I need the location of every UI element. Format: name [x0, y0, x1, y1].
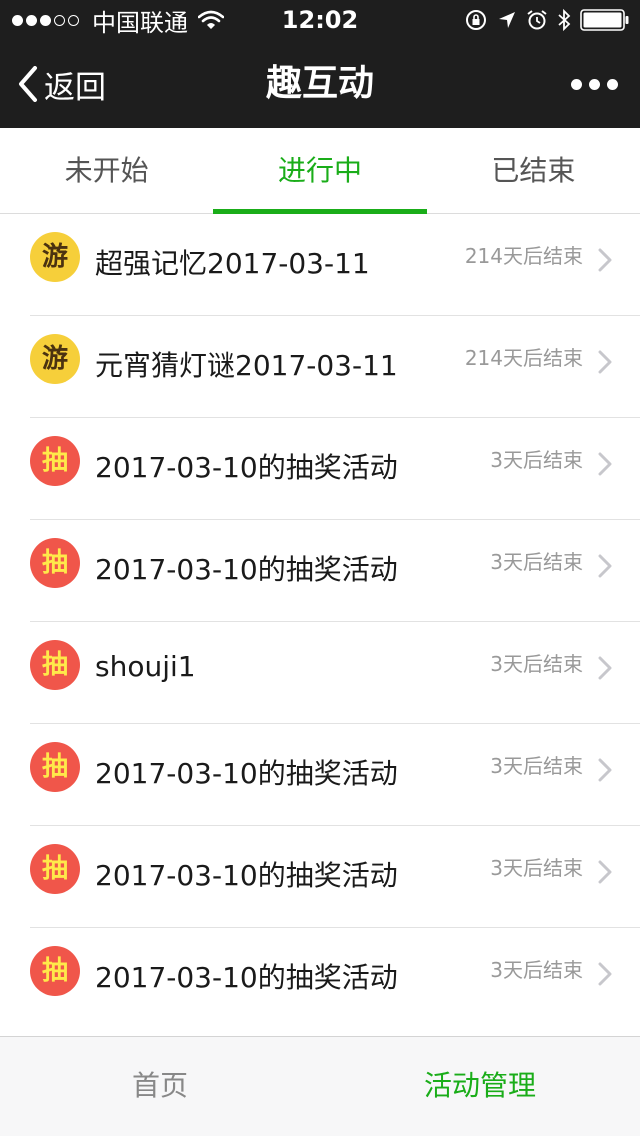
status-bar: 中国联通 12:02: [0, 0, 640, 40]
lottery-badge-icon: 抽: [30, 436, 80, 486]
lottery-badge-icon: 抽: [30, 946, 80, 996]
bluetooth-icon: [558, 8, 571, 32]
tab-not-started[interactable]: 未开始: [0, 128, 213, 213]
activity-end-status: 3天后结束: [490, 448, 583, 472]
tab-label: 进行中: [277, 154, 362, 187]
activity-title: 元宵猜灯谜2017-03-11: [95, 349, 398, 382]
back-chevron-icon: [19, 66, 37, 102]
lottery-badge-icon: 抽: [30, 844, 80, 894]
activity-end-status: 214天后结束: [464, 346, 583, 370]
list-item[interactable]: 抽 2017-03-10的抽奖活动 3天后结束: [30, 520, 640, 622]
list-item[interactable]: 抽 2017-03-10的抽奖活动 3天后结束: [30, 418, 640, 520]
list-item[interactable]: 游 元宵猜灯谜2017-03-11 214天后结束: [30, 316, 640, 418]
bottom-tab-home[interactable]: 首页: [0, 1037, 320, 1136]
chevron-right-icon: [598, 962, 612, 986]
activity-title: 2017-03-10的抽奖活动: [95, 757, 398, 790]
bottom-nav: 首页 活动管理: [0, 1036, 640, 1136]
game-badge-icon: 游: [30, 334, 80, 384]
more-dot: [571, 78, 582, 90]
chevron-right-icon: [598, 656, 612, 680]
battery-icon: [580, 9, 629, 31]
activity-title: 2017-03-10的抽奖活动: [95, 859, 398, 892]
nav-bar: 返回 趣互动: [0, 40, 640, 128]
activity-end-status: 214天后结束: [464, 244, 583, 268]
game-badge-icon: 游: [30, 232, 80, 282]
chevron-right-icon: [598, 248, 612, 272]
activity-title: 超强记忆2017-03-11: [95, 247, 370, 280]
lottery-badge-icon: 抽: [30, 640, 80, 690]
chevron-right-icon: [598, 860, 612, 884]
activity-list: 游 超强记忆2017-03-11 214天后结束 游 元宵猜灯谜2017-03-…: [0, 214, 640, 1030]
activity-end-status: 3天后结束: [490, 754, 583, 778]
tab-label: 已结束: [491, 154, 576, 187]
list-item[interactable]: 抽 2017-03-10的抽奖活动 3天后结束: [30, 826, 640, 928]
activity-title: shouji1: [95, 650, 196, 683]
activity-end-status: 3天后结束: [490, 856, 583, 880]
tab-in-progress[interactable]: 进行中: [213, 128, 427, 214]
lottery-badge-icon: 抽: [30, 538, 80, 588]
tab-ended[interactable]: 已结束: [427, 128, 640, 213]
list-item[interactable]: 抽 shouji1 3天后结束: [30, 622, 640, 724]
chevron-right-icon: [598, 350, 612, 374]
chevron-right-icon: [598, 452, 612, 476]
back-button[interactable]: 返回: [18, 40, 106, 128]
more-button[interactable]: [564, 40, 618, 128]
activity-end-status: 3天后结束: [490, 958, 583, 982]
more-dot: [589, 78, 600, 90]
list-item[interactable]: 抽 2017-03-10的抽奖活动 3天后结束: [30, 928, 640, 1030]
status-tabs: 未开始 进行中 已结束: [0, 128, 640, 214]
chevron-right-icon: [598, 554, 612, 578]
location-arrow-icon: [499, 12, 515, 28]
back-label: 返回: [44, 69, 106, 106]
bottom-tab-activity-management[interactable]: 活动管理: [320, 1037, 640, 1136]
chevron-right-icon: [598, 758, 612, 782]
lottery-badge-icon: 抽: [30, 742, 80, 792]
rotation-lock-icon: [466, 10, 486, 30]
status-bar-right: [455, 0, 630, 40]
activity-title: 2017-03-10的抽奖活动: [95, 553, 398, 586]
list-item[interactable]: 抽 2017-03-10的抽奖活动 3天后结束: [30, 724, 640, 826]
list-item[interactable]: 游 超强记忆2017-03-11 214天后结束: [30, 214, 640, 316]
tab-label: 未开始: [64, 154, 149, 187]
alarm-icon: [527, 10, 547, 30]
more-dot: [607, 78, 618, 90]
activity-title: 2017-03-10的抽奖活动: [95, 961, 398, 994]
activity-title: 2017-03-10的抽奖活动: [95, 451, 398, 484]
activity-end-status: 3天后结束: [490, 550, 583, 574]
activity-end-status: 3天后结束: [490, 652, 583, 676]
